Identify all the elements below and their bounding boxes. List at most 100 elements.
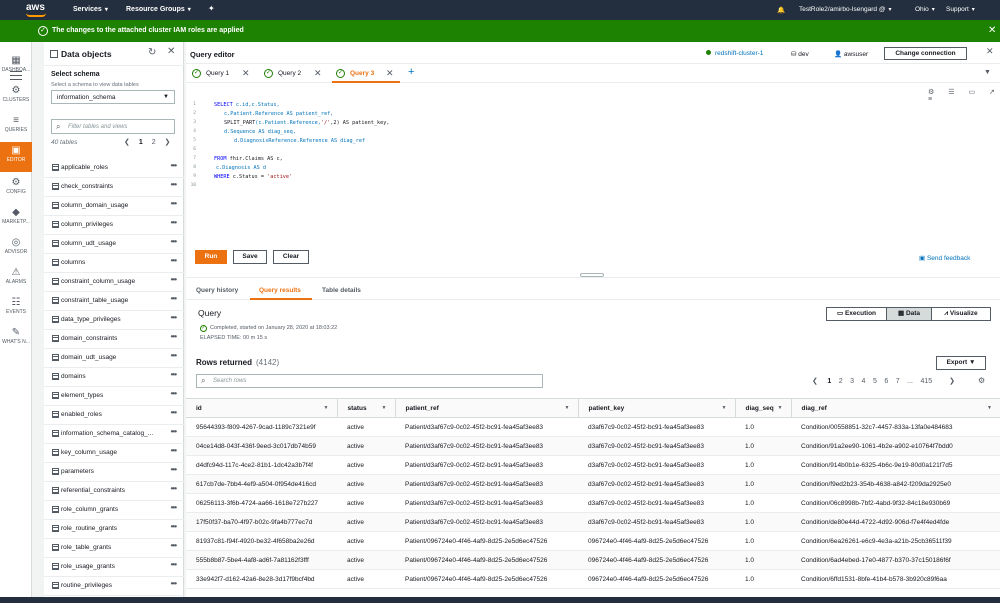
table-row[interactable]: 81937c81-f94f-4920-be32-4f658ba2e26d acti… (186, 531, 1000, 551)
table-row[interactable]: d4dfc94d-117c-4ce2-81b1-1dc42a3b7f4f acti… (186, 455, 1000, 475)
send-feedback-link[interactable]: ▣ Send feedback (919, 254, 970, 262)
table-list-item[interactable]: columns ••• (44, 254, 184, 273)
table-list-item[interactable]: domain_constraints ••• (44, 330, 184, 349)
comment-icon[interactable]: ▭ (968, 89, 975, 96)
page-415[interactable]: 415 (921, 378, 933, 385)
table-list-item[interactable]: domain_udt_usage ••• (44, 349, 184, 368)
more-options-icon[interactable]: ••• (171, 408, 177, 417)
more-options-icon[interactable]: ••• (171, 313, 177, 322)
tab-table-details[interactable]: Table details (322, 287, 361, 294)
run-button[interactable]: Run (195, 250, 227, 264)
close-icon[interactable]: ✕ (988, 25, 996, 36)
aws-logo[interactable]: aws (26, 2, 46, 17)
pane-divider[interactable] (186, 272, 1000, 278)
prev-page-icon[interactable]: ❮ (812, 378, 818, 385)
page-2[interactable]: 2 (152, 139, 156, 146)
page-1[interactable]: 1 (827, 378, 831, 385)
more-options-icon[interactable]: ••• (171, 484, 177, 493)
more-options-icon[interactable]: ••• (171, 579, 177, 588)
more-options-icon[interactable]: ••• (171, 180, 177, 189)
resource-groups-menu[interactable]: Resource Groups ▾ (126, 6, 191, 13)
page-4[interactable]: 4 (862, 378, 866, 385)
more-options-icon[interactable]: ••• (171, 427, 177, 436)
tab-query-1[interactable]: ✓ Query 1 ✕ (188, 65, 256, 83)
column-header-status[interactable]: status ▼ (336, 398, 395, 418)
more-options-icon[interactable]: ••• (171, 389, 177, 398)
tab-query-3[interactable]: ✓ Query 3 ✕ (332, 65, 400, 83)
more-options-icon[interactable]: ••• (171, 332, 177, 341)
column-header-id[interactable]: id ▼ (186, 398, 337, 418)
cluster-link[interactable]: redshift-cluster-1 (706, 50, 763, 57)
table-list-item[interactable]: enabled_roles ••• (44, 406, 184, 425)
more-options-icon[interactable]: ••• (171, 446, 177, 455)
page-5[interactable]: 5 (873, 378, 877, 385)
table-list-item[interactable]: constraint_column_usage ••• (44, 273, 184, 292)
rail-item-dashboard[interactable]: ▦ DASHBOA... (0, 52, 32, 82)
account-menu[interactable]: TestRole2/amirbo-Isengard @ ▾ (799, 6, 891, 13)
filter-tables-input[interactable]: ⌕ Filter tables and views (51, 119, 175, 134)
clear-button[interactable]: Clear (273, 250, 309, 264)
close-tab-icon[interactable]: ✕ (314, 68, 322, 79)
more-options-icon[interactable]: ••• (171, 522, 177, 531)
bell-icon[interactable]: 🔔 (777, 6, 785, 14)
rail-item-editor[interactable]: ▣ EDITOR (0, 142, 32, 172)
table-row[interactable]: 06256113-3f6b-4724-aa66-1618e727b227 acti… (186, 493, 1000, 513)
more-options-icon[interactable]: ••• (171, 256, 177, 265)
region-menu[interactable]: Ohio ▾ (915, 6, 935, 13)
table-list-item[interactable]: role_table_grants ••• (44, 539, 184, 558)
prev-page-icon[interactable]: ❮ (124, 139, 130, 146)
table-list-item[interactable]: domains ••• (44, 368, 184, 387)
rail-item-config[interactable]: ⚙ CONFIG (0, 174, 32, 204)
gear-icon[interactable]: ⚙ (978, 376, 985, 385)
more-options-icon[interactable]: ••• (171, 503, 177, 512)
more-options-icon[interactable]: ••• (171, 560, 177, 569)
table-list-item[interactable]: role_usage_grants ••• (44, 558, 184, 577)
caret-down-icon[interactable]: ▼ (984, 69, 991, 76)
table-list-item[interactable]: key_column_usage ••• (44, 444, 184, 463)
rail-item-queries[interactable]: ≡ QUERIES (0, 112, 32, 142)
column-header-diag-ref[interactable]: diag_ref ▼ (790, 398, 1000, 418)
pin-icon[interactable]: ✦ (208, 4, 215, 13)
more-options-icon[interactable]: ••• (171, 199, 177, 208)
table-list-item[interactable]: parameters ••• (44, 463, 184, 482)
column-header-patient-ref[interactable]: patient_ref ▼ (394, 398, 578, 418)
more-options-icon[interactable]: ••• (171, 237, 177, 246)
table-list-item[interactable]: referential_constraints ••• (44, 482, 184, 501)
more-options-icon[interactable]: ••• (171, 370, 177, 379)
more-options-icon[interactable]: ••• (171, 294, 177, 303)
table-list-item[interactable]: information_schema_catalog_... ••• (44, 425, 184, 444)
page-1[interactable]: 1 (139, 139, 143, 146)
close-tab-icon[interactable]: ✕ (242, 68, 250, 79)
search-rows-input[interactable]: ⌕ Search rows (196, 374, 543, 388)
table-list-item[interactable]: element_types ••• (44, 387, 184, 406)
settings-icon[interactable]: ⚙ (928, 89, 934, 96)
sort-icon[interactable]: ▼ (382, 405, 387, 411)
data-view-button[interactable]: ▦ Data (886, 307, 932, 321)
table-list-item[interactable]: constraint_table_usage ••• (44, 292, 184, 311)
table-list-item[interactable]: role_routine_grants ••• (44, 520, 184, 539)
sort-icon[interactable]: ▼ (722, 405, 727, 411)
services-menu[interactable]: Services ▾ (73, 6, 108, 13)
save-button[interactable]: Save (233, 250, 267, 264)
close-icon[interactable]: ✕ (167, 46, 175, 57)
add-tab-icon[interactable]: + (408, 66, 414, 78)
table-row[interactable]: 95644393-f809-4267-9cad-1189c7321e9f acti… (186, 417, 1000, 437)
more-options-icon[interactable]: ••• (171, 541, 177, 550)
more-options-icon[interactable]: ••• (171, 465, 177, 474)
table-row[interactable]: 33e942f7-d162-42a6-8e28-3d17f9bcf4bd acti… (186, 569, 1000, 589)
table-row[interactable]: 17f50f37-ba70-4f97-b02c-9fa4b777ec7d acti… (186, 512, 1000, 532)
schema-select[interactable]: information_schema ▼ (51, 90, 175, 104)
format-icon[interactable]: ☰ (948, 89, 954, 96)
tab-query-results[interactable]: Query results (259, 287, 301, 294)
column-header-patient-key[interactable]: patient_key ▼ (577, 398, 735, 418)
support-menu[interactable]: Support ▾ (946, 6, 975, 13)
sort-icon[interactable]: ▼ (565, 405, 570, 411)
close-icon[interactable]: ✕ (986, 46, 994, 57)
table-list-item[interactable]: check_constraints ••• (44, 178, 184, 197)
rail-item-marketplace[interactable]: ◆ MARKETP... (0, 204, 32, 234)
table-list-item[interactable]: column_privileges ••• (44, 216, 184, 235)
change-connection-button[interactable]: Change connection (884, 47, 967, 60)
rail-item-advisor[interactable]: ◎ ADVISOR (0, 234, 32, 264)
table-list-item[interactable]: column_domain_usage ••• (44, 197, 184, 216)
tab-query-2[interactable]: ✓ Query 2 ✕ (260, 65, 328, 83)
